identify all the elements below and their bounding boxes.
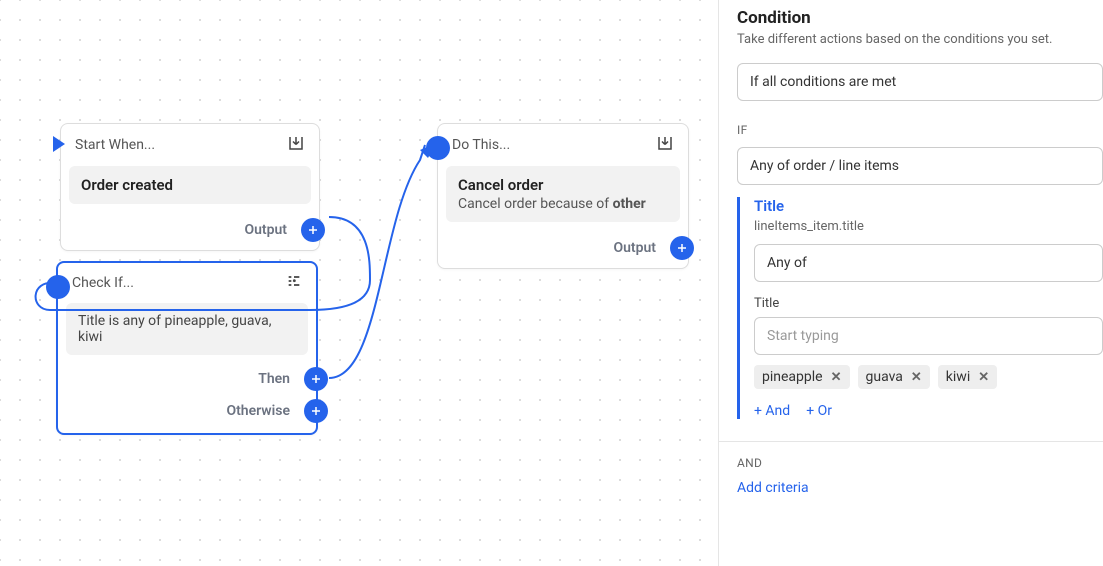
start-output-port[interactable] [301, 218, 325, 242]
condition-panel: Condition Take different actions based o… [718, 0, 1103, 566]
if-source-select[interactable]: Any of order / line items [737, 147, 1103, 185]
download-icon[interactable] [287, 134, 305, 156]
do-body-subtitle: Cancel order because of other [458, 196, 668, 212]
close-icon[interactable]: ✕ [911, 370, 922, 385]
start-node-body: Order created [81, 176, 299, 194]
criteria-block: Title lineItems_item.title Any of Title … [737, 197, 1103, 419]
do-input-port[interactable] [426, 136, 450, 160]
panel-title: Condition [737, 8, 1103, 28]
do-node-title: Do This... [452, 137, 656, 153]
criteria-title: Title [754, 197, 1103, 215]
add-and-link[interactable]: + And [754, 403, 790, 419]
divider [719, 441, 1103, 442]
do-this-node[interactable]: Do This... Cancel order Cancel order bec… [437, 123, 689, 269]
and-section-label: AND [737, 456, 1103, 470]
check-node-body: Title is any of pineapple, guava, kiwi [78, 313, 296, 345]
criteria-value-input[interactable] [754, 317, 1103, 355]
add-or-link[interactable]: + Or [806, 403, 832, 419]
if-section-label: IF [737, 123, 1103, 137]
close-icon[interactable]: ✕ [831, 370, 842, 385]
start-indicator-icon [53, 136, 65, 152]
criteria-tags: pineapple✕ guava✕ kiwi✕ [754, 365, 1103, 389]
match-mode-select[interactable]: If all conditions are met [737, 63, 1103, 101]
start-node[interactable]: Start When... Order created Output [60, 123, 320, 251]
check-input-port[interactable] [46, 275, 70, 299]
download-icon[interactable] [656, 134, 674, 156]
do-output-port[interactable] [670, 236, 694, 260]
start-node-title: Start When... [75, 137, 287, 153]
do-output-label: Output [613, 240, 656, 256]
operator-select[interactable]: Any of [754, 244, 1103, 282]
check-node-title: Check If... [72, 275, 286, 291]
then-port[interactable] [304, 367, 328, 391]
output-label: Output [244, 222, 287, 238]
then-label: Then [258, 371, 290, 387]
otherwise-port[interactable] [304, 399, 328, 423]
tag-item[interactable]: guava✕ [858, 365, 930, 389]
do-body-title: Cancel order [458, 176, 668, 194]
criteria-path: lineItems_item.title [754, 219, 1103, 234]
add-criteria-link[interactable]: Add criteria [737, 480, 1103, 496]
panel-subtitle: Take different actions based on the cond… [737, 32, 1103, 47]
close-icon[interactable]: ✕ [978, 370, 989, 385]
tag-item[interactable]: kiwi✕ [938, 365, 997, 389]
flow-canvas[interactable]: Start When... Order created Output Check… [0, 0, 718, 566]
tag-item[interactable]: pineapple✕ [754, 365, 850, 389]
otherwise-label: Otherwise [226, 403, 290, 419]
condition-icon [286, 273, 302, 293]
check-if-node[interactable]: Check If... Title is any of pineapple, g… [56, 261, 318, 435]
criteria-field-label: Title [754, 296, 1103, 311]
